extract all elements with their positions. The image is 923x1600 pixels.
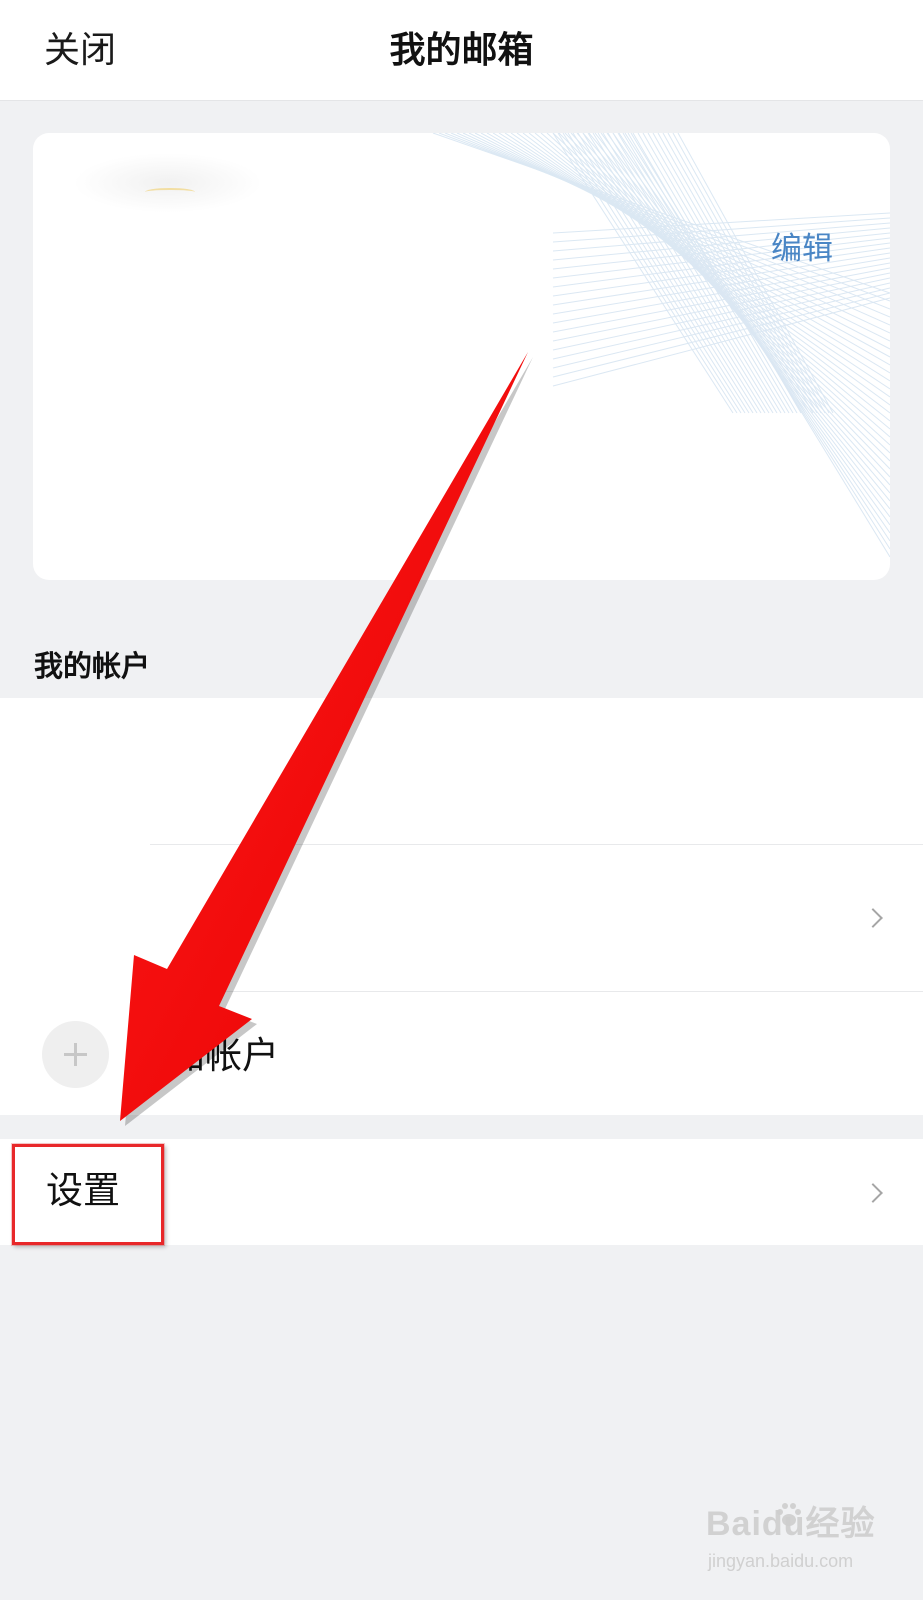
watermark-url: jingyan.baidu.com xyxy=(708,1551,854,1571)
settings-label: 设置 xyxy=(46,1169,120,1212)
navigation-bar: 关闭 我的邮箱 xyxy=(0,0,923,101)
add-account-row[interactable] xyxy=(0,992,923,1115)
avatar-ring xyxy=(145,188,195,196)
chevron-right-icon xyxy=(863,908,883,928)
accounts-section-heading: 我的帐户 xyxy=(34,649,151,683)
account-row[interactable] xyxy=(0,845,923,991)
settings-row[interactable]: 设置 xyxy=(0,1139,923,1245)
edit-button[interactable]: 编辑 xyxy=(771,228,833,270)
add-account-label: 加帐户 xyxy=(168,1034,279,1077)
add-icon[interactable] xyxy=(42,1021,109,1088)
account-row[interactable] xyxy=(0,698,923,844)
watermark-brand: Baidu经验 xyxy=(706,1505,876,1543)
page-title: 我的邮箱 xyxy=(389,30,534,71)
chevron-right-icon xyxy=(863,1183,883,1203)
avatar[interactable] xyxy=(73,153,263,213)
profile-card: 编辑 xyxy=(33,133,890,580)
account-list xyxy=(0,698,923,1115)
paw-icon xyxy=(777,1503,801,1526)
watermark: Baidu经验 jingyan.baidu.com xyxy=(706,1500,876,1580)
